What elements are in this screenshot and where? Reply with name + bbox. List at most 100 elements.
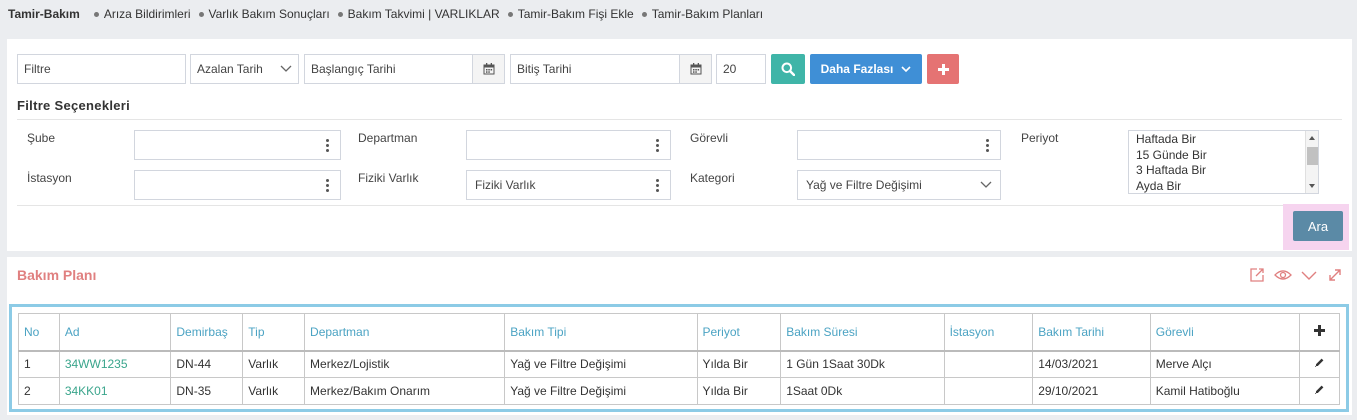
kategori-select[interactable]: Yağ ve Filtre Değişimi <box>797 170 1001 200</box>
nav-link-label: Bakım Takvimi | VARLIKLAR <box>347 7 500 21</box>
periyot-option[interactable]: 15 Günde Bir <box>1129 148 1318 164</box>
end-date-input[interactable]: Bitiş Tarihi <box>510 54 712 84</box>
eye-icon[interactable] <box>1274 266 1292 284</box>
panel-tools <box>1248 266 1344 284</box>
expand-icon[interactable] <box>1326 266 1344 284</box>
periyot-scrollbar[interactable] <box>1305 131 1318 193</box>
col-header-gorevli[interactable]: Görevli <box>1149 313 1301 352</box>
cell-tip: Varlık <box>242 377 306 405</box>
col-header-no[interactable]: No <box>18 313 60 352</box>
cell-departman: Merkez/Bakım Onarım <box>304 377 506 405</box>
filter-input[interactable]: Filtre <box>17 54 186 84</box>
col-header-periyot[interactable]: Periyot <box>696 313 782 352</box>
istasyon-select[interactable] <box>134 170 341 200</box>
col-header-tip[interactable]: Tip <box>242 313 306 352</box>
periyot-option[interactable]: Haftada Bir <box>1129 132 1318 148</box>
bullet-icon <box>641 11 647 17</box>
sube-select[interactable] <box>134 130 341 160</box>
gorevli-label: Görevli <box>690 131 729 145</box>
cell-departman: Merkez/Lojistik <box>304 350 506 378</box>
more-options-icon[interactable] <box>644 171 670 199</box>
cell-periyot: Yılda Bir <box>696 350 782 378</box>
scroll-thumb[interactable] <box>1307 147 1318 165</box>
col-header-departman[interactable]: Departman <box>304 313 506 352</box>
periyot-option[interactable]: 3 Haftada Bir <box>1129 163 1318 179</box>
nav-link-ariza[interactable]: Arıza Bildirimleri <box>93 7 191 21</box>
nav-link-bakim-takvimi[interactable]: Bakım Takvimi | VARLIKLAR <box>337 7 500 21</box>
col-header-istasyon[interactable]: İstasyon <box>943 313 1034 352</box>
more-options-icon[interactable] <box>314 131 340 159</box>
bullet-icon <box>337 11 343 17</box>
nav-link-varlik-sonuclari[interactable]: Varlık Bakım Sonuçları <box>198 7 330 21</box>
more-button-label: Daha Fazlası <box>820 62 894 76</box>
nav-link-label: Varlık Bakım Sonuçları <box>208 7 330 21</box>
add-row-button[interactable] <box>1299 313 1340 352</box>
periyot-listbox[interactable]: Haftada Bir 15 Günde Bir 3 Haftada Bir A… <box>1128 130 1319 194</box>
table-header-row: No Ad Demirbaş Tip Departman Bakım Tipi … <box>18 313 1340 352</box>
start-date-picker-button[interactable] <box>472 55 504 83</box>
bullet-icon <box>198 11 204 17</box>
nav-link-planlar[interactable]: Tamir-Bakım Planları <box>641 7 763 21</box>
export-icon[interactable] <box>1248 266 1266 284</box>
gorevli-select[interactable] <box>797 130 1001 160</box>
section-title: Bakım Planı <box>17 267 97 283</box>
fiziki-varlik-value: Fiziki Varlık <box>475 178 536 192</box>
istasyon-label: İstasyon <box>27 171 72 185</box>
cell-bakim-suresi: 1 Gün 1Saat 30Dk <box>780 350 945 378</box>
col-header-bakim-suresi[interactable]: Bakım Süresi <box>780 313 945 352</box>
periyot-option[interactable]: Ayda Bir <box>1129 179 1318 194</box>
edit-button[interactable] <box>1299 377 1340 405</box>
departman-label: Departman <box>358 131 418 145</box>
search-icon <box>781 62 795 76</box>
col-header-demirbas[interactable]: Demirbaş <box>170 313 244 352</box>
cell-bakim-tipi: Yağ ve Filtre Değişimi <box>504 377 698 405</box>
more-button[interactable]: Daha Fazlası <box>810 54 922 84</box>
col-header-bakim-tipi[interactable]: Bakım Tipi <box>504 313 698 352</box>
plus-icon <box>937 63 949 75</box>
cell-bakim-tarihi: 29/10/2021 <box>1032 377 1151 405</box>
end-date-picker-button[interactable] <box>679 55 711 83</box>
collapse-chevron-icon[interactable] <box>1300 266 1318 284</box>
bullet-icon <box>93 11 99 17</box>
cell-no: 1 <box>18 350 60 378</box>
table-container: No Ad Demirbaş Tip Departman Bakım Tipi … <box>9 304 1349 412</box>
kategori-label: Kategori <box>690 171 735 185</box>
breadcrumb-nav: Tamir-Bakım Arıza Bildirimleri Varlık Ba… <box>8 6 763 22</box>
edit-button[interactable] <box>1299 350 1340 378</box>
cell-no: 2 <box>18 377 60 405</box>
start-date-placeholder: Başlangıç Tarihi <box>311 62 396 76</box>
nav-brand[interactable]: Tamir-Bakım <box>8 7 80 21</box>
pencil-icon <box>1315 358 1324 368</box>
cell-gorevli: Kamil Hatiboğlu <box>1149 377 1301 405</box>
page-size-input[interactable]: 20 <box>716 54 766 84</box>
nav-link-label: Tamir-Bakım Fişi Ekle <box>517 7 634 21</box>
departman-select[interactable] <box>466 130 671 160</box>
add-button[interactable] <box>927 54 959 84</box>
chevron-down-icon <box>980 181 992 188</box>
cell-ad-link[interactable]: 34KK01 <box>58 377 172 405</box>
end-date-placeholder: Bitiş Tarihi <box>517 62 572 76</box>
nav-link-fis-ekle[interactable]: Tamir-Bakım Fişi Ekle <box>507 7 634 21</box>
scroll-up-icon[interactable] <box>1309 136 1315 140</box>
search-button[interactable] <box>771 54 805 84</box>
plus-icon <box>1314 324 1326 336</box>
periyot-label: Periyot <box>1021 131 1059 145</box>
cell-ad-link[interactable]: 34WW1235 <box>58 350 172 378</box>
cell-periyot: Yılda Bir <box>696 377 782 405</box>
ara-button[interactable]: Ara <box>1293 211 1343 241</box>
more-options-icon[interactable] <box>644 131 670 159</box>
col-header-ad[interactable]: Ad <box>58 313 172 352</box>
cell-demirbas: DN-44 <box>170 350 244 378</box>
more-options-icon[interactable] <box>314 171 340 199</box>
start-date-input[interactable]: Başlangıç Tarihi <box>304 54 505 84</box>
scroll-down-icon[interactable] <box>1309 184 1315 188</box>
plan-table: No Ad Demirbaş Tip Departman Bakım Tipi … <box>18 313 1340 405</box>
calendar-icon <box>690 63 701 75</box>
chevron-down-icon <box>901 65 911 72</box>
more-options-icon[interactable] <box>974 131 1000 159</box>
sort-select[interactable]: Azalan Tarih <box>190 54 299 84</box>
cell-bakim-suresi: 1Saat 0Dk <box>780 377 945 405</box>
col-header-bakim-tarihi[interactable]: Bakım Tarihi <box>1032 313 1151 352</box>
fiziki-varlik-select[interactable]: Fiziki Varlık <box>466 170 671 200</box>
table-row: 2 34KK01 DN-35 Varlık Merkez/Bakım Onarı… <box>18 377 1340 405</box>
